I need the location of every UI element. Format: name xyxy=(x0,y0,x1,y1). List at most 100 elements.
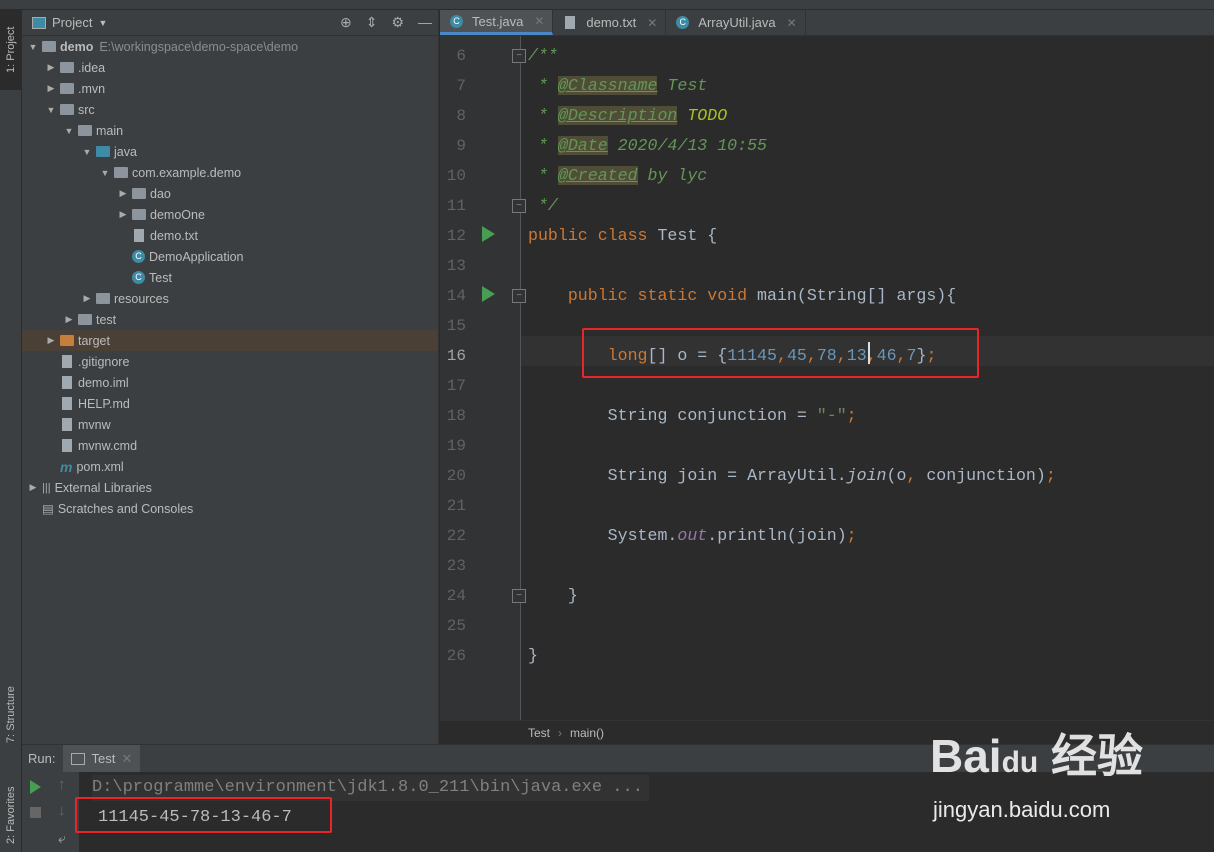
tree-item-label: demo.txt xyxy=(150,228,198,243)
code-line: System.out.println(join); xyxy=(528,521,857,551)
tree-item-label: DemoApplication xyxy=(149,249,244,264)
tree-item[interactable]: ▤ Scratches and Consoles xyxy=(22,498,438,519)
line-number: 25 xyxy=(446,617,466,635)
chevron-down-icon[interactable]: ▼ xyxy=(26,42,40,52)
maven-icon: m xyxy=(60,458,73,475)
fold-icon[interactable]: − xyxy=(512,199,526,213)
code-line: * @Date 2020/4/13 10:55 xyxy=(528,131,767,161)
collapse-all-icon[interactable]: ⇕ xyxy=(366,14,378,31)
code-token: @Created xyxy=(557,166,638,185)
minimize-icon[interactable]: — xyxy=(418,14,432,31)
chevron-down-icon[interactable]: ▼ xyxy=(44,105,58,115)
library-icon: ||| xyxy=(42,481,51,494)
tree-item[interactable]: ▶ dao xyxy=(22,183,438,204)
fold-icon[interactable]: − xyxy=(512,49,526,63)
code-token: join xyxy=(846,466,887,485)
source-folder-icon xyxy=(96,146,110,157)
breadcrumb-class[interactable]: Test xyxy=(528,726,550,740)
run-tab-test[interactable]: Test ✕ xyxy=(63,744,141,773)
file-icon xyxy=(62,355,72,368)
line-number: 22 xyxy=(446,527,466,545)
tree-item[interactable]: demo.iml xyxy=(22,372,438,393)
tree-item[interactable]: .gitignore xyxy=(22,351,438,372)
code-token: System. xyxy=(528,526,678,545)
code-token: println(join) xyxy=(717,526,847,545)
tree-item[interactable]: C DemoApplication xyxy=(22,246,438,267)
tree-item[interactable]: mvnw.cmd xyxy=(22,435,438,456)
project-panel-header: Project ▼ ⊕ ⇕ ⚙ — xyxy=(22,10,438,36)
tree-item[interactable]: mvnw xyxy=(22,414,438,435)
close-icon[interactable]: ✕ xyxy=(121,751,132,767)
tree-item[interactable]: ▼ demo E:\workingspace\demo-space\demo xyxy=(22,36,438,57)
class-icon: C xyxy=(132,250,145,263)
stop-icon[interactable] xyxy=(30,807,41,818)
editor-tab[interactable]: C Test.java ✕ xyxy=(440,10,554,35)
tool-tab-favorites[interactable]: 2: Favorites xyxy=(0,780,22,850)
code-token: public class xyxy=(528,226,658,245)
tree-item[interactable]: HELP.md xyxy=(22,393,438,414)
line-number: 17 xyxy=(446,377,466,395)
tree-item[interactable]: ▶ ||| External Libraries xyxy=(22,477,438,498)
chevron-right-icon[interactable]: ▶ xyxy=(116,188,130,199)
run-main-icon[interactable] xyxy=(482,286,495,302)
chevron-right-icon[interactable]: ▶ xyxy=(116,209,130,220)
tree-item[interactable]: ▼ src xyxy=(22,99,438,120)
down-arrow-icon[interactable]: ↓ xyxy=(58,802,66,819)
chevron-down-icon[interactable]: ▼ xyxy=(98,168,112,178)
code-token: "-" xyxy=(816,406,847,425)
line-number: 20 xyxy=(446,467,466,485)
chevron-right-icon[interactable]: ▶ xyxy=(26,482,40,493)
code-editor[interactable]: 6 /** 7 * @Classname Test 8 * @Description … xyxy=(440,36,1214,720)
watermark-url: jingyan.baidu.com xyxy=(933,797,1111,822)
gear-icon[interactable]: ⚙ xyxy=(391,14,404,31)
tree-item[interactable]: ▼ com.example.demo xyxy=(22,162,438,183)
chevron-down-icon[interactable]: ▼ xyxy=(62,126,76,136)
tree-item[interactable]: ▶ demoOne xyxy=(22,204,438,225)
breadcrumb-method[interactable]: main() xyxy=(570,726,604,740)
fold-icon[interactable]: − xyxy=(512,289,526,303)
tool-tab-structure[interactable]: 7: Structure xyxy=(0,680,22,750)
tree-item[interactable]: demo.txt xyxy=(22,225,438,246)
editor-tab[interactable]: C ArrayUtil.java ✕ xyxy=(666,10,806,35)
code-line: * @Description TODO xyxy=(528,101,727,131)
close-icon[interactable]: ✕ xyxy=(534,14,544,28)
highlight-box xyxy=(582,328,979,378)
run-label: Run: xyxy=(28,751,56,766)
tree-item[interactable]: ▶ resources xyxy=(22,288,438,309)
tree-item[interactable]: ▶ .idea xyxy=(22,57,438,78)
tree-item[interactable]: m pom.xml xyxy=(22,456,438,477)
scratch-icon: ▤ xyxy=(42,502,54,516)
project-view-dropdown[interactable]: Project xyxy=(52,15,92,30)
tree-item[interactable]: ▶ .mvn xyxy=(22,78,438,99)
code-token: @Classname xyxy=(557,76,658,95)
tree-item[interactable]: ▶ test xyxy=(22,309,438,330)
fold-icon[interactable]: − xyxy=(512,589,526,603)
chevron-down-icon[interactable]: ▼ xyxy=(80,147,94,157)
chevron-right-icon[interactable]: ▶ xyxy=(80,293,94,304)
editor-tab[interactable]: demo.txt ✕ xyxy=(553,10,667,35)
tool-tab-project[interactable]: 1: Project xyxy=(0,10,22,90)
tree-item[interactable]: ▶ target xyxy=(22,330,438,351)
chevron-right-icon[interactable]: ▶ xyxy=(44,335,58,346)
watermark-logo: Baidu 经验 xyxy=(930,730,1144,782)
close-icon[interactable]: ✕ xyxy=(647,16,657,30)
chevron-down-icon[interactable]: ▼ xyxy=(98,18,107,28)
rerun-icon[interactable] xyxy=(30,780,41,794)
tree-item[interactable]: ▼ main xyxy=(22,120,438,141)
locate-icon[interactable]: ⊕ xyxy=(340,14,352,31)
tree-item[interactable]: ▼ java xyxy=(22,141,438,162)
code-token: String join = ArrayUtil. xyxy=(528,466,847,485)
code-token: public static void xyxy=(567,286,758,305)
close-icon[interactable]: ✕ xyxy=(787,16,797,30)
code-line: */ xyxy=(528,191,558,221)
chevron-right-icon: › xyxy=(558,725,563,740)
left-tool-strip: 1: Project 7: Structure 2: Favorites xyxy=(0,10,22,852)
tree-item-label: .mvn xyxy=(78,81,106,96)
soft-wrap-icon[interactable]: ⤶ xyxy=(58,830,66,847)
chevron-right-icon[interactable]: ▶ xyxy=(62,314,76,325)
chevron-right-icon[interactable]: ▶ xyxy=(44,83,58,94)
run-class-icon[interactable] xyxy=(482,226,495,242)
chevron-right-icon[interactable]: ▶ xyxy=(44,62,58,73)
tree-item[interactable]: C Test xyxy=(22,267,438,288)
up-arrow-icon[interactable]: ↑ xyxy=(58,776,66,793)
